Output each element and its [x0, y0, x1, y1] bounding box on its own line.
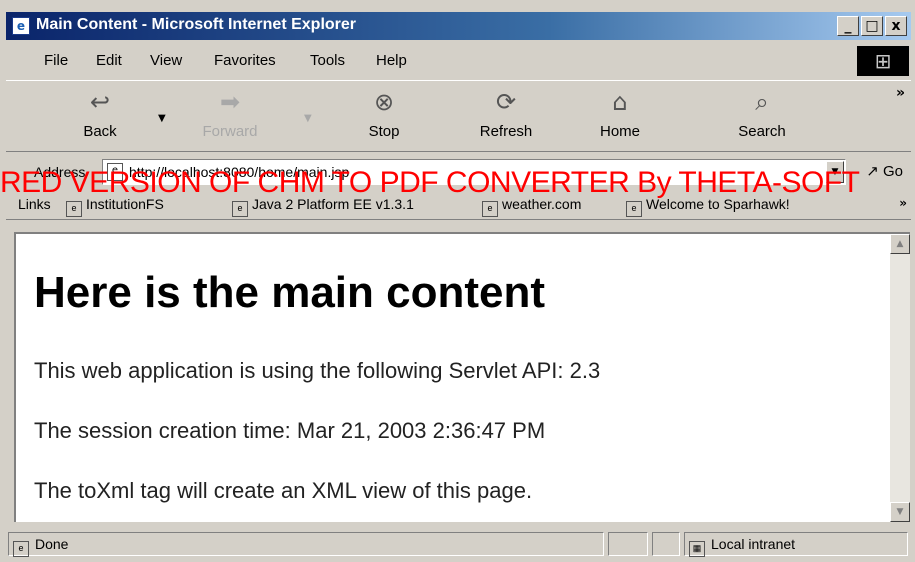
toolbar-more-chevron[interactable]: » — [896, 85, 905, 101]
refresh-label: Refresh — [479, 123, 533, 140]
status-pane-blank-2 — [652, 532, 680, 556]
go-label: Go — [882, 163, 903, 180]
browser-window: e Main Content - Microsoft Internet Expl… — [0, 0, 915, 562]
window-title: Main Content - Microsoft Internet Explor… — [36, 16, 357, 33]
forward-label: Forward — [202, 123, 258, 140]
link-label: InstitutionFS — [86, 196, 164, 212]
refresh-button[interactable]: ⟳ Refresh — [466, 87, 546, 149]
vertical-scrollbar[interactable]: ▲ ▼ — [890, 232, 910, 522]
back-button[interactable]: ↩ Back — [60, 87, 140, 149]
windows-logo-icon: ⊞ — [857, 46, 909, 76]
links-bar: Links e InstitutionFS e Java 2 Platform EE… — [6, 190, 911, 220]
standard-toolbar: ↩ Back ▼ ➡ Forward ▼ ⊗ Stop ⟳ Refresh ⌂ … — [6, 80, 911, 152]
status-pane-main: e Done — [8, 532, 604, 557]
stop-label: Stop — [368, 123, 400, 140]
forward-dropdown-icon[interactable]: ▼ — [304, 113, 312, 124]
stop-button[interactable]: ⊗ Stop — [344, 87, 424, 149]
go-arrow-icon: ↗ — [866, 163, 879, 180]
zone-text: Local intranet — [711, 536, 796, 552]
status-pane-zone: ▦ Local intranet — [684, 532, 908, 557]
back-arrow-icon: ↩ — [89, 88, 111, 116]
menu-edit[interactable]: Edit — [96, 52, 122, 69]
link-label: Java 2 Platform EE v1.3.1 — [252, 196, 414, 212]
maximize-button[interactable]: □ — [861, 16, 883, 36]
back-label: Back — [83, 123, 117, 140]
link-sparhawk[interactable]: e Welcome to Sparhawk! — [626, 196, 790, 217]
link-page-icon: e — [482, 201, 498, 217]
search-icon: ⌕ — [755, 88, 769, 116]
page-content: Here is the main content This web applic… — [14, 232, 890, 522]
menu-bar: File Edit View Favorites Tools Help ⊞ — [6, 44, 911, 78]
link-label: Welcome to Sparhawk! — [646, 196, 790, 212]
status-text: Done — [35, 536, 69, 552]
scroll-down-icon[interactable]: ▼ — [890, 502, 910, 522]
search-button[interactable]: ⌕ Search — [722, 87, 802, 149]
toxml-text: The toXml tag will create an XML view of… — [34, 478, 533, 503]
title-bar: e Main Content - Microsoft Internet Expl… — [6, 12, 911, 40]
home-label: Home — [599, 123, 640, 140]
address-label: Address — [34, 164, 86, 180]
refresh-icon: ⟳ — [495, 88, 517, 116]
back-dropdown-icon[interactable]: ▼ — [158, 113, 166, 124]
link-institutionfs[interactable]: e InstitutionFS — [66, 196, 164, 217]
address-dropdown-icon[interactable]: ▼ — [826, 161, 844, 183]
address-input[interactable]: e http://localhost:8080/home/main.jsp ▼ — [102, 159, 846, 185]
page-done-icon: e — [13, 541, 29, 557]
status-bar: e Done ▦ Local intranet — [6, 530, 911, 558]
links-label: Links — [18, 196, 51, 212]
forward-arrow-icon: ➡ — [219, 88, 241, 116]
link-page-icon: e — [232, 201, 248, 217]
links-more-chevron[interactable]: » — [899, 196, 907, 210]
menu-file[interactable]: File — [44, 52, 68, 69]
forward-button[interactable]: ➡ Forward — [190, 87, 270, 149]
close-button[interactable]: x — [885, 16, 907, 36]
menu-tools[interactable]: Tools — [310, 52, 345, 69]
intranet-zone-icon: ▦ — [689, 541, 705, 557]
link-java2-platform[interactable]: e Java 2 Platform EE v1.3.1 — [232, 196, 414, 217]
link-label: weather.com — [502, 196, 582, 212]
link-page-icon: e — [626, 201, 642, 217]
menu-help[interactable]: Help — [376, 52, 407, 69]
servlet-api-text: This web application is using the follow… — [34, 358, 601, 383]
home-icon: ⌂ — [612, 88, 628, 116]
minimize-button[interactable]: _ — [837, 16, 859, 36]
status-pane-blank-1 — [608, 532, 648, 556]
menu-view[interactable]: View — [150, 52, 182, 69]
address-bar: Address e http://localhost:8080/home/mai… — [6, 156, 911, 188]
link-page-icon: e — [66, 201, 82, 217]
home-button[interactable]: ⌂ Home — [580, 87, 660, 149]
search-label: Search — [738, 123, 786, 140]
page-heading: Here is the main content — [34, 268, 546, 317]
stop-icon: ⊗ — [373, 88, 395, 116]
ie-logo-icon: e — [12, 17, 30, 35]
go-button[interactable]: ↗ Go — [866, 162, 903, 180]
session-time-text: The session creation time: Mar 21, 2003 … — [34, 418, 546, 443]
scroll-up-icon[interactable]: ▲ — [890, 234, 910, 254]
link-weather[interactable]: e weather.com — [482, 196, 581, 217]
page-icon: e — [107, 163, 123, 181]
address-url[interactable]: http://localhost:8080/home/main.jsp — [129, 164, 349, 180]
menu-favorites[interactable]: Favorites — [214, 52, 276, 69]
